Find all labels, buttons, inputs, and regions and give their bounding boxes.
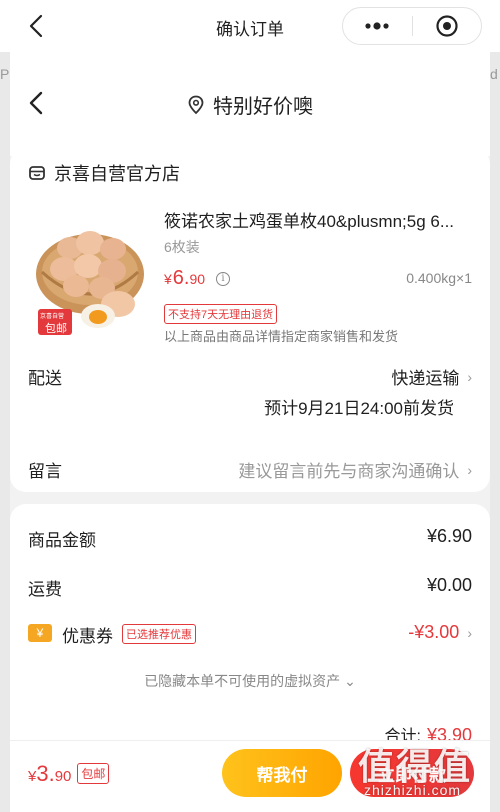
product-title[interactable]: 筱诺农家土鸡蛋单枚40&plusmn;5g 6...	[164, 207, 476, 232]
free-shipping-tag: 包邮	[77, 763, 110, 784]
message-placeholder: 建议留言前先与商家沟通确认	[238, 462, 460, 481]
help-pay-button[interactable]: 帮我付	[222, 749, 342, 797]
ship-note: 以上商品由商品详情指定商家销售和发货	[164, 329, 399, 344]
chevron-right-icon: ›	[467, 624, 472, 641]
shop-name: 京喜自营官方店	[54, 164, 180, 184]
image-badge-top: 京喜自营	[40, 314, 65, 320]
total-int: 3.	[36, 761, 55, 786]
product-price: ¥ 6. 90	[164, 267, 205, 290]
right-edge-char-mid: d	[490, 66, 498, 82]
order-page: 特别好价噢 京喜自营官方店 京喜自营 包邮 筱诺农家土鸡蛋单枚40&plusmn…	[10, 52, 490, 812]
total-dec: 90	[54, 768, 72, 785]
watermark-small: zhizhizhi.com	[364, 782, 462, 798]
shop-header[interactable]: 京喜自营官方店	[28, 160, 180, 186]
hidden-assets-toggle[interactable]: 已隐藏本单不可使用的虚拟资产 ⌄	[10, 671, 490, 691]
product-spec: 6枚装	[164, 239, 200, 255]
miniprogram-capsule	[342, 7, 482, 45]
watermark-logo: 值得值 zhizhizhi.com	[358, 738, 498, 808]
delivery-estimate: 预计9月21日24:00前发货	[264, 399, 454, 418]
info-icon[interactable]: i	[216, 272, 230, 286]
no-return-badge: 不支持7天无理由退货	[164, 304, 278, 324]
goods-amount-value: ¥6.90	[426, 526, 472, 546]
coupon-recommended-badge: 已选推荐优惠	[122, 624, 196, 644]
left-edge-strip: P	[0, 0, 10, 812]
coupon-selector[interactable]: -¥3.00 ›	[408, 622, 472, 643]
delivery-label: 配送	[28, 369, 62, 388]
price-dec: 90	[189, 271, 206, 287]
left-edge-char: P	[0, 66, 10, 82]
coupon-label: 优惠券	[62, 627, 113, 646]
price-currency: ¥	[164, 271, 172, 287]
chevron-right-icon: ›	[467, 461, 472, 478]
total-currency: ¥	[28, 768, 37, 785]
image-badge-bottom: 包邮	[45, 323, 67, 335]
more-dots-icon[interactable]	[343, 8, 412, 44]
freight-label: 运费	[28, 580, 62, 599]
product-image[interactable]: 京喜自营 包邮	[28, 206, 148, 338]
shop-order-card: 京喜自营官方店 京喜自营 包邮 筱诺农家土鸡蛋单枚40&plusmn;5g 6.…	[10, 148, 490, 492]
right-edge-strip: 发 d	[490, 0, 500, 812]
miniprogram-titlebar: 确认订单	[0, 0, 500, 52]
delivery-method: 快递运输	[391, 369, 460, 388]
close-target-icon[interactable]	[413, 8, 482, 44]
order-subheader: 特别好价噢	[10, 52, 490, 156]
location-pin-icon	[188, 95, 204, 114]
coupon-value: -¥3.00	[408, 622, 460, 642]
address-selector[interactable]: 特别好价噢	[10, 90, 490, 119]
address-text: 特别好价噢	[213, 96, 313, 118]
shop-icon	[29, 166, 45, 180]
product-weight-qty: 0.400kg×1	[406, 270, 472, 286]
message-label: 留言	[28, 462, 62, 481]
delivery-value: 快递运输 ›	[391, 364, 472, 389]
price-int: 6.	[172, 267, 190, 289]
message-input[interactable]: 建议留言前先与商家沟通确认 ›	[238, 457, 472, 482]
goods-amount-label: 商品金额	[28, 531, 96, 550]
freight-value: ¥0.00	[426, 575, 472, 595]
total-price: ¥ 3. 90 包邮	[28, 761, 110, 787]
chevron-right-icon: ›	[467, 368, 472, 385]
coupon-icon: ¥	[28, 624, 52, 642]
